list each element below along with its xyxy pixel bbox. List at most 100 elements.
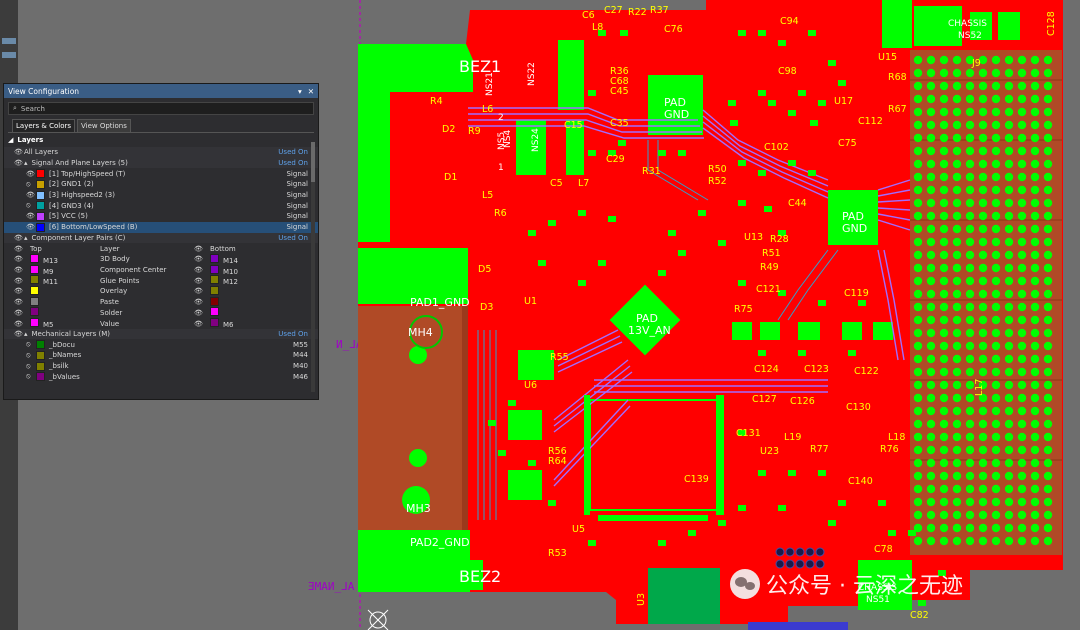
component-pair-row[interactable]: 👁 Solder 👁 [4, 307, 318, 318]
signal-layer-row[interactable]: 👁 [6] Bottom/LowSpeed (B) Signal [4, 221, 318, 233]
layer-color-swatch[interactable] [36, 350, 45, 360]
label-pad1-gnd: PAD1_GND [410, 296, 470, 309]
signal-group-status[interactable]: Used On [278, 159, 308, 167]
layer-color-swatch[interactable] [36, 179, 45, 189]
signal-layer-row[interactable]: 👁 [1] Top/HighSpeed (T) Signal [4, 168, 318, 179]
eye-icon[interactable]: 👁 [14, 330, 24, 338]
toolbar-tab-2[interactable] [2, 52, 16, 58]
layer-color-swatch[interactable] [36, 340, 45, 350]
layer-color-swatch[interactable] [36, 222, 45, 232]
tab-view-options[interactable]: View Options [77, 119, 131, 132]
scrollbar-thumb[interactable] [311, 142, 315, 182]
eye-icon[interactable]: 👁 [194, 245, 204, 253]
eye-icon[interactable]: 👁 [194, 298, 204, 306]
top-color-swatch[interactable] [30, 307, 39, 317]
eye-icon[interactable]: 👁 [194, 320, 204, 328]
expand-icon[interactable]: ▴ [24, 159, 28, 167]
eye-icon[interactable]: 👁 [14, 277, 24, 285]
component-pair-row[interactable]: 👁 M9 Component Center 👁 M10 [4, 264, 318, 276]
component-pair-row[interactable]: 👁 M11 Glue Points 👁 M12 [4, 275, 318, 286]
collapse-icon[interactable]: ◢ [8, 136, 13, 144]
eye-icon[interactable]: ⦸ [26, 180, 36, 189]
signal-layer-row[interactable]: 👁 [5] VCC (5) Signal [4, 211, 318, 222]
eye-icon[interactable]: 👁 [14, 266, 24, 274]
search-input[interactable]: ⌕ Search [8, 102, 314, 115]
top-color-swatch[interactable] [30, 318, 39, 327]
component-pair-row[interactable]: 👁 M13 3D Body 👁 M14 [4, 253, 318, 265]
eye-icon[interactable]: 👁 [26, 191, 36, 199]
eye-icon[interactable]: 👁 [14, 255, 24, 263]
top-color-swatch[interactable] [30, 296, 39, 306]
panel-scrollbar[interactable] [311, 142, 315, 392]
panel-menu-icon[interactable]: ▾ [298, 87, 302, 96]
mech-group-row[interactable]: 👁 ▴ Mechanical Layers (M) Used On [4, 328, 318, 340]
eye-hidden-icon[interactable]: ⦸ [26, 351, 36, 360]
component-pair-row[interactable]: 👁 Overlay 👁 [4, 285, 318, 297]
bottom-color-swatch[interactable] [210, 307, 219, 317]
top-color-swatch[interactable] [30, 264, 39, 274]
eye-icon[interactable]: 👁 [194, 255, 204, 263]
eye-icon[interactable]: 👁 [14, 309, 24, 317]
eye-hidden-icon[interactable]: ⦸ [26, 340, 36, 349]
eye-icon[interactable]: 👁 [194, 266, 204, 274]
layer-color-swatch[interactable] [36, 169, 45, 179]
signal-layer-row[interactable]: 👁 [3] Highspeed2 (3) Signal [4, 190, 318, 201]
eye-icon[interactable]: 👁 [14, 320, 24, 328]
tab-layers-colors[interactable]: Layers & Colors [12, 119, 75, 132]
expand-icon[interactable]: ▴ [24, 234, 28, 242]
bottom-color-swatch[interactable] [210, 264, 219, 274]
eye-icon[interactable]: 👁 [14, 245, 24, 253]
layer-color-swatch[interactable] [36, 190, 45, 200]
mech-layer-row[interactable]: ⦸ _bValues M46 [4, 371, 318, 382]
mech-group-status[interactable]: Used On [278, 330, 308, 338]
pair-layer-name: Overlay [100, 287, 128, 296]
mech-layer-row[interactable]: ⦸ _bsilk M40 [4, 361, 318, 372]
top-color-swatch[interactable] [30, 275, 39, 285]
eye-icon[interactable]: 👁 [26, 223, 36, 231]
layer-color-swatch[interactable] [36, 372, 45, 382]
eye-icon[interactable]: 👁 [14, 234, 24, 242]
eye-icon[interactable]: ⦸ [26, 201, 36, 210]
bottom-color-swatch[interactable] [210, 285, 219, 295]
label-chassis-top: CHASSIS [948, 19, 987, 29]
eye-hidden-icon[interactable]: ⦸ [26, 372, 36, 381]
layer-color-swatch[interactable] [36, 361, 45, 371]
eye-icon[interactable]: 👁 [194, 277, 204, 285]
component-group-status[interactable]: Used On [278, 234, 308, 242]
bottom-color-swatch[interactable] [210, 275, 219, 285]
all-layers-status[interactable]: Used On [278, 148, 308, 156]
eye-icon[interactable]: 👁 [194, 287, 204, 295]
eye-icon[interactable]: 👁 [26, 170, 36, 178]
signal-layer-row[interactable]: ⦸ [4] GND3 (4) Signal [4, 200, 318, 211]
bottom-color-swatch[interactable] [210, 296, 219, 306]
label-l18: L18 [888, 432, 905, 443]
component-pair-row[interactable]: 👁 M5 Value 👁 M6 [4, 318, 318, 329]
eye-icon[interactable]: 👁 [14, 298, 24, 306]
layer-color-swatch[interactable] [36, 201, 45, 211]
bottom-color-swatch[interactable] [210, 253, 219, 263]
eye-icon[interactable]: 👁 [194, 309, 204, 317]
bottom-color-swatch[interactable] [210, 318, 219, 327]
toolbar-tab-1[interactable] [2, 38, 16, 44]
all-layers-row[interactable]: 👁 All Layers Used On [4, 147, 318, 158]
panel-close-icon[interactable]: ✕ [308, 87, 314, 96]
eye-icon[interactable]: 👁 [14, 148, 24, 156]
section-layers[interactable]: ◢ Layers [4, 133, 318, 147]
panel-titlebar[interactable]: View Configuration ▾ ✕ [4, 84, 318, 98]
layer-color-swatch[interactable] [36, 211, 45, 221]
mech-layer-row[interactable]: ⦸ _bNames M44 [4, 350, 318, 361]
signal-group-row[interactable]: 👁 ▴ Signal And Plane Layers (5) Used On [4, 157, 318, 169]
component-pair-row[interactable]: 👁 Paste 👁 [4, 296, 318, 308]
pcb-board[interactable]: BEZ1 BEZ2 PAD1_GND PAD2_GND MH4 MH3 PAD … [358, 0, 1080, 630]
expand-icon[interactable]: ▴ [24, 330, 28, 338]
top-color-swatch[interactable] [30, 253, 39, 263]
component-group-row[interactable]: 👁 ▴ Component Layer Pairs (C) Used On [4, 232, 318, 244]
eye-icon[interactable]: 👁 [14, 287, 24, 295]
view-configuration-panel[interactable]: View Configuration ▾ ✕ ⌕ Search Layers &… [3, 83, 319, 400]
mech-layer-row[interactable]: ⦸ _bDocu M55 [4, 339, 318, 350]
eye-icon[interactable]: 👁 [14, 159, 24, 167]
top-color-swatch[interactable] [30, 285, 39, 295]
eye-icon[interactable]: 👁 [26, 212, 36, 220]
eye-hidden-icon[interactable]: ⦸ [26, 362, 36, 371]
signal-layer-row[interactable]: ⦸ [2] GND1 (2) Signal [4, 179, 318, 190]
